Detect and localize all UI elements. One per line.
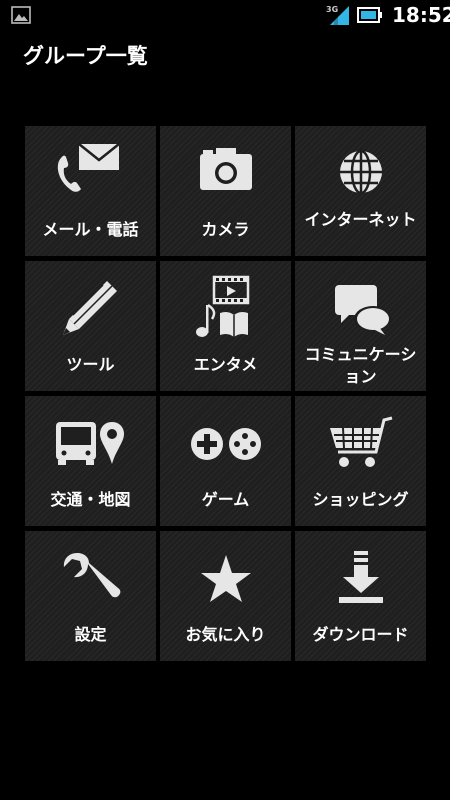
network-type-label: 3G bbox=[326, 5, 338, 14]
tile-label: ダウンロード bbox=[312, 625, 409, 644]
signal-icon: 3G bbox=[326, 5, 349, 25]
tile-entertainment[interactable]: エンタメ bbox=[160, 261, 291, 391]
tile-internet[interactable]: インターネット bbox=[295, 126, 426, 256]
gamepad-icon bbox=[190, 428, 261, 460]
entertainment-icon bbox=[195, 275, 249, 337]
download-icon bbox=[338, 551, 383, 603]
tile-camera[interactable]: カメラ bbox=[160, 126, 291, 256]
tile-label: ツール bbox=[66, 355, 115, 374]
tile-tools[interactable]: ツール bbox=[25, 261, 156, 391]
tile-settings[interactable]: 設定 bbox=[25, 531, 156, 661]
status-bar: 3G 18:52 bbox=[0, 0, 450, 30]
group-grid: メール・電話 カメラ インターネット ツール エンタメ コミュニケーション 交通… bbox=[25, 126, 426, 662]
tile-shopping[interactable]: ショッピング bbox=[295, 396, 426, 526]
status-clock: 18:52 bbox=[392, 3, 450, 27]
chat-icon bbox=[334, 285, 392, 335]
tile-favorites[interactable]: お気に入り bbox=[160, 531, 291, 661]
tile-games[interactable]: ゲーム bbox=[160, 396, 291, 526]
tile-communication[interactable]: コミュニケーション bbox=[295, 261, 426, 391]
mail-phone-icon bbox=[57, 143, 120, 192]
image-icon bbox=[11, 6, 31, 24]
tile-transit-map[interactable]: 交通・地図 bbox=[25, 396, 156, 526]
tile-label: ショッピング bbox=[312, 490, 409, 509]
bus-map-icon bbox=[55, 422, 124, 465]
battery-icon bbox=[357, 7, 382, 23]
tile-label: 交通・地図 bbox=[50, 490, 131, 509]
tile-label: エンタメ bbox=[193, 355, 258, 374]
tile-label: 設定 bbox=[74, 625, 107, 644]
page-title: グループ一覧 bbox=[23, 44, 148, 68]
wrench-icon bbox=[63, 553, 120, 598]
tile-label: インターネット bbox=[304, 210, 417, 229]
tile-label: カメラ bbox=[201, 220, 250, 239]
globe-icon bbox=[339, 149, 382, 195]
tile-label: ゲーム bbox=[201, 490, 250, 509]
tile-mail-phone[interactable]: メール・電話 bbox=[25, 126, 156, 256]
tile-label: コミュニケーション bbox=[304, 345, 417, 386]
tile-label: メール・電話 bbox=[42, 220, 139, 239]
tile-label: お気に入り bbox=[185, 625, 266, 644]
pencil-icon bbox=[62, 281, 117, 335]
star-icon bbox=[200, 555, 251, 602]
cart-icon bbox=[329, 416, 392, 467]
tile-download[interactable]: ダウンロード bbox=[295, 531, 426, 661]
camera-icon bbox=[199, 148, 252, 190]
